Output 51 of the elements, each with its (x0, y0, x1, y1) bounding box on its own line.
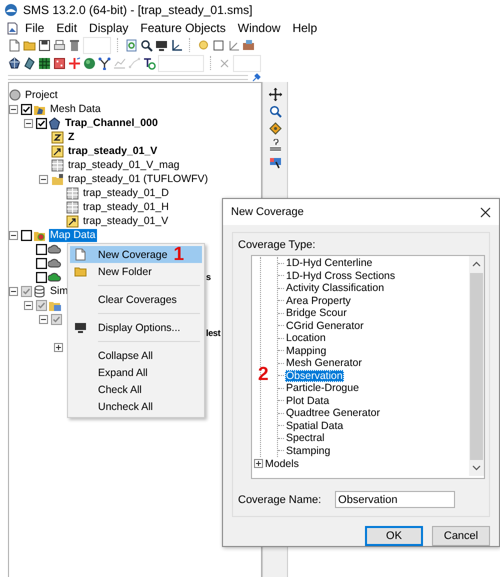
list-item[interactable]: Area Property (285, 294, 352, 307)
step-number: 1 (173, 245, 184, 264)
list-item[interactable]: CGrid Generator (285, 320, 365, 332)
menu-item[interactable]: Expand All (70, 364, 202, 381)
list-item[interactable]: Mesh Generator (285, 357, 363, 370)
list-item[interactable]: Plot Data (285, 394, 330, 407)
menu-item[interactable]: Feature Objects (134, 21, 232, 35)
menu-item[interactable]: Collapse All (70, 347, 202, 364)
menu-item[interactable]: Display Options... (70, 319, 202, 336)
list-item[interactable]: Particle-Drogue (285, 382, 360, 394)
list-item[interactable]: 1D-Hyd Centerline (285, 257, 374, 270)
tree-item[interactable]: trap_steady_01_V_mag (67, 158, 180, 172)
menu-item[interactable]: Help (286, 21, 324, 35)
list-item[interactable]: 1D-Hyd Cross Sections (285, 270, 396, 282)
menu-item[interactable]: New Coverage 1 (70, 246, 202, 263)
menu-item[interactable]: Edit (50, 21, 84, 35)
tree-item[interactable]: trap_steady_01_V (67, 144, 158, 158)
tree-item[interactable]: trap_steady_01_D (82, 186, 170, 200)
list-item[interactable]: Spatial Data (285, 420, 344, 432)
list-item[interactable]: Bridge Scour (285, 307, 348, 320)
ok-button[interactable]: OK (365, 526, 423, 546)
list-item[interactable]: Spectral (285, 432, 326, 444)
cancel-button[interactable]: Cancel (432, 526, 490, 546)
menu-item[interactable]: Clear Coverages (70, 291, 202, 308)
tree-item[interactable]: Project (24, 88, 59, 102)
coverage-name-field[interactable]: Observation (335, 491, 456, 508)
dialog-title: New Coverage (231, 206, 304, 218)
tree-item[interactable]: trap_steady_01 (TUFLOWFV) (67, 172, 210, 186)
menu-item[interactable]: New Folder (70, 263, 202, 280)
list-item[interactable]: Observation (285, 370, 344, 382)
menu-item[interactable]: File (19, 21, 50, 35)
list-item[interactable]: Stamping (285, 444, 332, 457)
tree-item[interactable]: Z (67, 130, 76, 144)
tree-item[interactable]: Map Data (49, 228, 97, 242)
menu-item[interactable]: Window (232, 21, 286, 35)
tree-item[interactable]: Mesh Data (49, 102, 102, 116)
step-number: 2 (258, 365, 269, 384)
menu-item[interactable]: Display (83, 21, 134, 35)
list-item[interactable]: Models (265, 458, 299, 470)
tree-item[interactable]: trap_steady_01_H (82, 200, 170, 214)
menu-item[interactable]: Check All (70, 381, 202, 398)
tree-item[interactable]: Trap_Channel_000 (64, 116, 159, 130)
field-label: Coverage Name: (238, 494, 322, 506)
list-item[interactable]: Quadtree Generator (285, 407, 381, 420)
window-title: SMS 13.2.0 (64-bit) - [trap_steady_01.sms] (23, 3, 252, 17)
menu-item[interactable]: Uncheck All (70, 398, 202, 415)
tree-item[interactable]: trap_steady_01_V (82, 214, 170, 228)
list-item[interactable]: Activity Classification (285, 282, 386, 294)
list-item[interactable]: Mapping (285, 344, 328, 357)
list-item[interactable]: Location (285, 332, 327, 344)
group-label: Coverage Type: (238, 239, 316, 251)
